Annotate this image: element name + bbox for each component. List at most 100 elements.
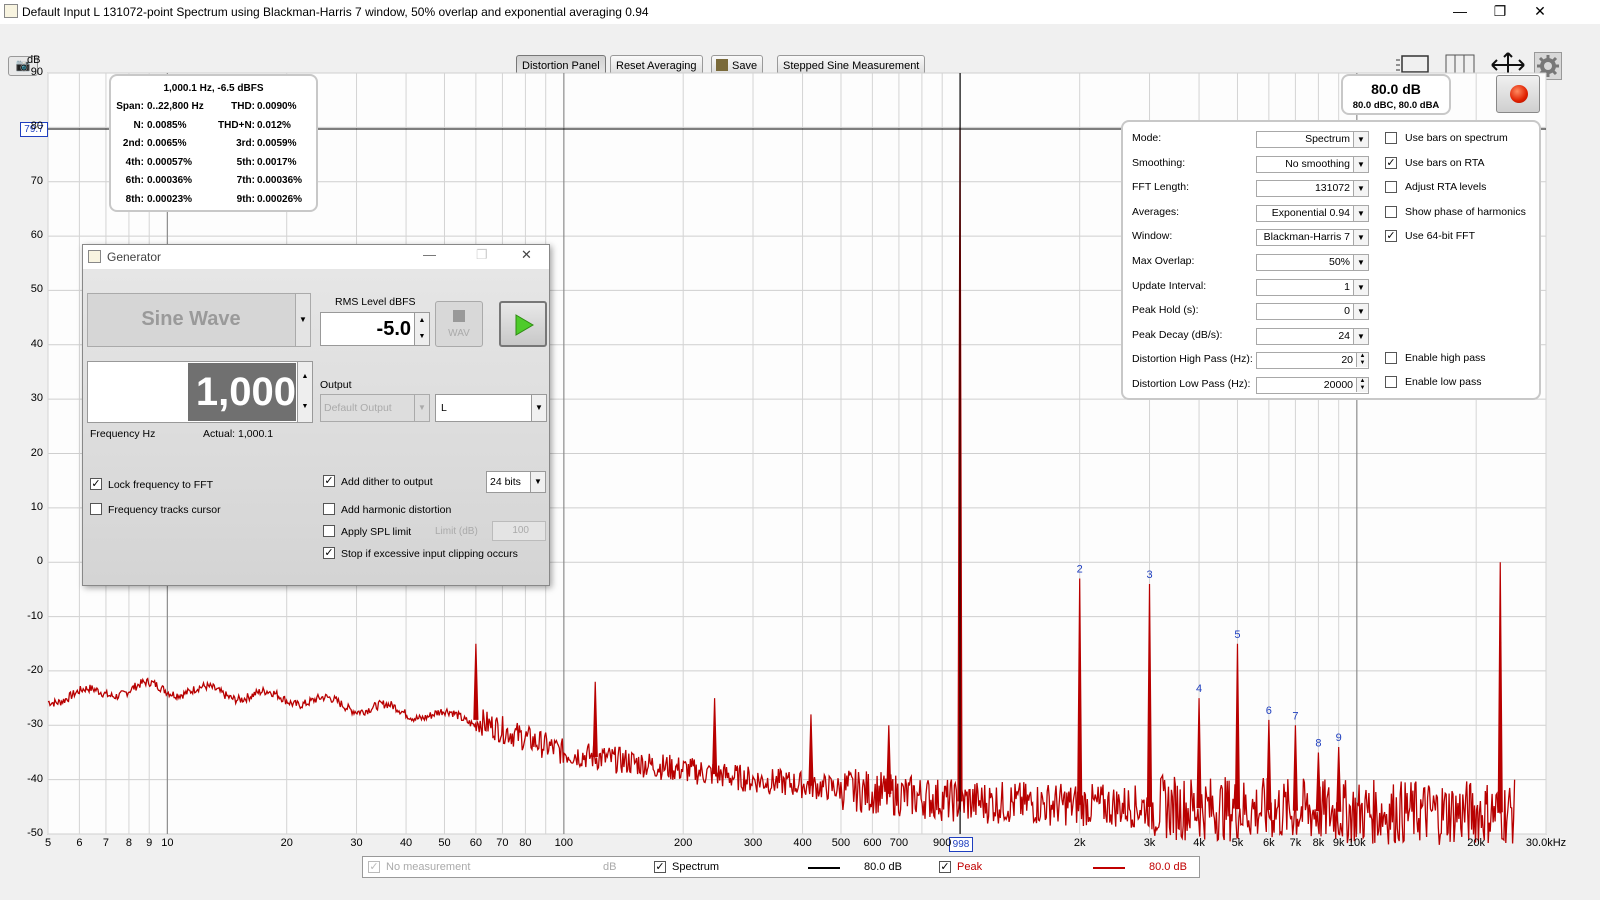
close-button[interactable]: ✕: [1520, 0, 1560, 24]
dist-value: 0.00036%: [147, 175, 193, 187]
no-measurement-checkbox: ✓: [368, 861, 380, 873]
setting-label: Mode:: [1132, 132, 1162, 144]
play-icon: [515, 314, 534, 336]
y-tick-label: -50: [27, 827, 43, 839]
enable-high-pass-checkbox[interactable]: [1385, 352, 1397, 364]
setting-select[interactable]: No smoothing ▼: [1256, 155, 1369, 173]
dist-value: 0.0017%: [257, 156, 297, 168]
harmonic-label: 9: [1336, 732, 1342, 744]
spin-down-icon[interactable]: ▼: [1356, 360, 1368, 368]
x-tick-label: 5k: [1231, 837, 1244, 849]
spin-down-icon[interactable]: ▼: [414, 329, 429, 345]
spl-limit-value: 100: [512, 525, 529, 536]
setting-checkbox[interactable]: [1385, 181, 1397, 194]
generator-minimize-button[interactable]: —: [423, 247, 436, 262]
setting-select[interactable]: 0 ▼: [1256, 303, 1369, 321]
setting-value: 24: [1338, 329, 1350, 342]
x-tick-label: 300: [743, 837, 763, 849]
setting-value: Spectrum: [1305, 133, 1350, 145]
setting-checkbox[interactable]: [1385, 205, 1397, 218]
harmonic-label: 7: [1292, 710, 1298, 722]
setting-spinner[interactable]: 20000 ▲ ▼: [1256, 377, 1369, 394]
setting-value: 0: [1344, 305, 1350, 318]
spectrum-checkbox[interactable]: ✓: [654, 861, 666, 873]
dist-value: 0.00036%: [257, 175, 303, 187]
generator-title-bar: Generator — ❐ ✕: [83, 245, 549, 269]
generator-play-button[interactable]: [499, 301, 547, 347]
setting-select[interactable]: Spectrum ▼: [1256, 131, 1369, 148]
x-tick-label: 400: [793, 837, 812, 849]
x-tick-label: 4k: [1193, 837, 1205, 849]
output-channel-select[interactable]: L ▼: [435, 394, 547, 422]
setting-label: Smoothing:: [1132, 156, 1186, 169]
title-bar: Default Input L 131072-point Spectrum us…: [0, 0, 1600, 24]
setting-select[interactable]: 24 ▼: [1256, 327, 1369, 345]
chevron-down-icon: ▼: [1353, 230, 1368, 246]
x-tick-label: 7: [102, 837, 109, 849]
setting-select[interactable]: 1 ▼: [1256, 278, 1369, 296]
peak-checkbox[interactable]: ✓: [939, 861, 951, 873]
setting-select[interactable]: Exponential 0.94 ▼: [1256, 204, 1369, 222]
setting-value: 1: [1344, 280, 1350, 293]
enable-high-pass-label: Enable high pass: [1405, 352, 1486, 364]
dither-bits-select[interactable]: 24 bits ▼: [486, 471, 546, 493]
setting-checkbox[interactable]: [1385, 132, 1397, 144]
y-tick-label: 0: [36, 555, 43, 568]
settings-panel: Enable high pass Enable low pass Mode: Sp…: [1121, 120, 1541, 400]
add-dither-checkbox[interactable]: ✓: [323, 475, 335, 487]
spin-down-icon[interactable]: ▼: [1356, 385, 1368, 392]
x-tick-label: 900: [933, 837, 952, 849]
rms-level-value: -5.0: [376, 318, 411, 340]
x-tick-label: 70: [496, 837, 509, 849]
setting-select[interactable]: 131072 ▼: [1256, 180, 1369, 198]
chevron-down-icon: ▼: [1353, 328, 1368, 344]
record-icon: [1510, 85, 1528, 103]
x-tick-label: 5: [44, 837, 52, 849]
setting-spinner[interactable]: 20 ▲ ▼: [1256, 352, 1369, 370]
java-app-icon: [4, 4, 18, 18]
setting-checkbox[interactable]: ✓: [1385, 156, 1397, 169]
measurement-legend: ✓ No measurement dB ✓ Spectrum 80.0 dB ✓…: [362, 856, 1200, 878]
setting-value: 50%: [1328, 256, 1350, 268]
add-harmonic-checkbox[interactable]: [323, 503, 335, 515]
lock-frequency-checkbox[interactable]: ✓: [90, 478, 102, 490]
chevron-down-icon: ▼: [1353, 205, 1368, 221]
setting-checkbox[interactable]: ✓: [1385, 230, 1397, 243]
restore-button[interactable]: ❐: [1480, 0, 1520, 24]
add-harmonic-label: Add harmonic distortion: [341, 504, 452, 516]
setting-checkbox-label: Use 64-bit FFT: [1405, 230, 1476, 243]
dist-label: Span:: [116, 101, 144, 112]
frequency-tracks-cursor-label: Frequency tracks cursor: [108, 504, 221, 516]
stop-clipping-checkbox[interactable]: ✓: [323, 547, 335, 559]
frequency-tracks-cursor-checkbox[interactable]: [90, 503, 102, 515]
y-tick-label: -10: [27, 609, 43, 622]
spin-up-icon[interactable]: ▲: [414, 313, 429, 329]
setting-select[interactable]: 50% ▼: [1256, 254, 1369, 271]
dist-value: 0.012%: [257, 119, 291, 131]
minimize-button[interactable]: —: [1440, 0, 1480, 24]
cursor-x-readout: 998: [948, 837, 973, 852]
spin-up-icon[interactable]: ▲: [1356, 353, 1368, 361]
output-channel-value: L: [441, 402, 447, 414]
spin-up-icon[interactable]: ▲: [1356, 378, 1368, 385]
apply-spl-checkbox[interactable]: [323, 525, 335, 537]
spin-down-icon[interactable]: ▼: [297, 392, 312, 422]
y-tick-label: 50: [30, 283, 43, 296]
dist-label: 6th:: [125, 175, 144, 187]
record-button[interactable]: [1496, 75, 1540, 113]
generator-close-button[interactable]: ✕: [521, 247, 532, 263]
x-tick-label: 600: [863, 837, 882, 849]
dist-label: 2nd:: [122, 138, 144, 150]
rms-level-spinner[interactable]: -5.0 ▲ ▼: [320, 312, 430, 346]
spin-up-icon[interactable]: ▲: [297, 362, 312, 392]
level-sub: 80.0 dBC, 80.0 dBA: [1352, 100, 1440, 111]
level-meter: 80.0 dB 80.0 dBC, 80.0 dBA: [1341, 74, 1451, 115]
lock-frequency-label: Lock frequency to FFT: [108, 479, 214, 491]
signal-type-value: Sine Wave: [141, 308, 241, 330]
setting-select[interactable]: Blackman-Harris 7 ▼: [1256, 229, 1369, 247]
setting-label: Update Interval:: [1132, 279, 1207, 292]
setting-checkbox-label: Adjust RTA levels: [1405, 181, 1487, 194]
enable-low-pass-checkbox[interactable]: [1385, 376, 1397, 388]
signal-type-select[interactable]: Sine Wave ▼: [87, 293, 311, 347]
frequency-spinner[interactable]: 1,000 ▲ ▼: [87, 361, 313, 423]
